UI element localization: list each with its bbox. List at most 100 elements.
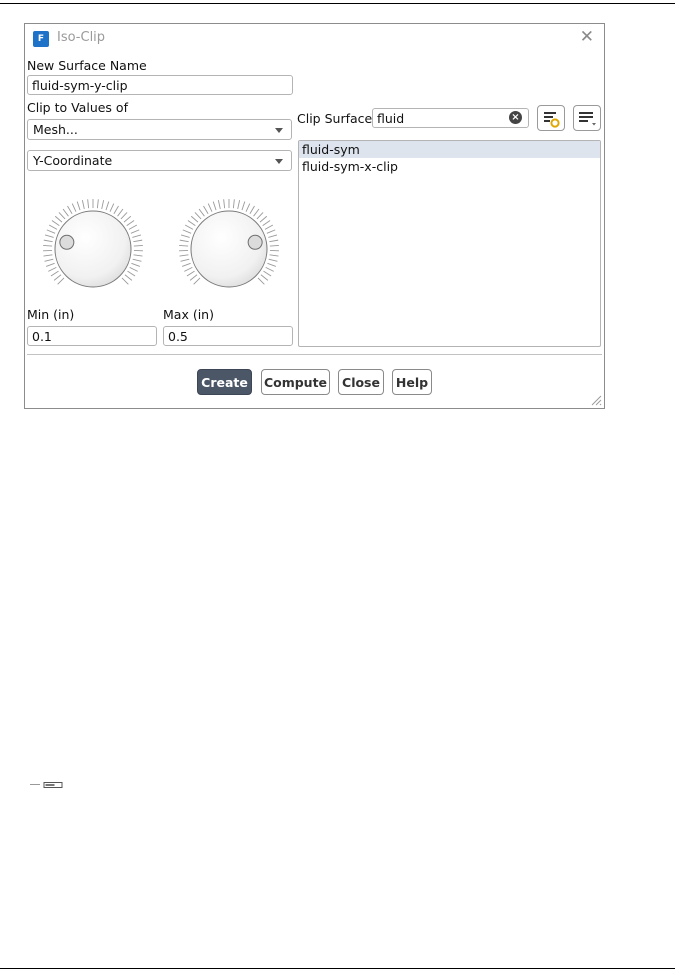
knob-tick bbox=[181, 262, 191, 267]
knob-tick bbox=[76, 201, 81, 211]
knob-tick bbox=[123, 215, 132, 223]
knob-tick bbox=[190, 215, 199, 223]
min-knob[interactable] bbox=[41, 197, 145, 301]
knob-tick bbox=[256, 212, 264, 220]
footer-divider bbox=[27, 354, 602, 355]
knob-tick bbox=[260, 274, 269, 281]
chevron-down-icon bbox=[275, 128, 283, 133]
knob-tick bbox=[126, 220, 135, 226]
knob-tick bbox=[132, 258, 142, 262]
knob-tick bbox=[87, 199, 90, 209]
page-top-rule bbox=[0, 3, 675, 4]
knob-tick bbox=[253, 208, 260, 217]
knob-tick bbox=[101, 200, 105, 210]
max-input[interactable] bbox=[163, 326, 293, 346]
knob-tick bbox=[50, 270, 59, 277]
knob-tick bbox=[45, 262, 55, 267]
knob-tick bbox=[179, 254, 189, 257]
knob-tick bbox=[241, 201, 246, 211]
knob-tick bbox=[267, 262, 277, 267]
knob-tick bbox=[133, 239, 143, 243]
clear-filter-icon[interactable]: × bbox=[509, 111, 522, 124]
knob-tick bbox=[198, 208, 205, 217]
list-item[interactable]: fluid-sym bbox=[299, 141, 600, 158]
resize-grip-icon[interactable] bbox=[590, 394, 602, 406]
knob-tick bbox=[67, 205, 73, 214]
close-icon[interactable]: ✕ bbox=[580, 28, 594, 46]
knob-tick bbox=[182, 229, 192, 234]
clip-surface-filter-input[interactable] bbox=[372, 108, 529, 128]
knob-tick bbox=[117, 208, 124, 217]
knob-tick bbox=[245, 203, 251, 212]
knob-tick bbox=[194, 212, 202, 220]
field-variable-value: Y-Coordinate bbox=[33, 153, 113, 168]
knob-tick bbox=[121, 277, 129, 285]
knob-tick bbox=[51, 220, 60, 226]
knob-tick bbox=[262, 220, 271, 226]
knob-tick bbox=[133, 244, 143, 247]
knob-tick bbox=[217, 200, 221, 210]
knob-tick bbox=[58, 212, 66, 220]
select-filter-button[interactable] bbox=[537, 105, 565, 131]
knob-tick bbox=[268, 258, 278, 262]
knob-indicator bbox=[59, 234, 75, 250]
knob-tick bbox=[263, 270, 272, 277]
knob-tick bbox=[131, 262, 141, 267]
knob-tick bbox=[180, 258, 190, 262]
page-bottom-rule bbox=[0, 968, 675, 969]
help-button[interactable]: Help bbox=[392, 369, 432, 395]
field-category-value: Mesh... bbox=[33, 122, 78, 137]
create-button[interactable]: Create bbox=[197, 369, 252, 395]
knob-tick bbox=[105, 201, 110, 211]
clip-surface-list[interactable]: fluid-sym fluid-sym-x-clip bbox=[298, 140, 601, 347]
knob-tick bbox=[237, 200, 241, 210]
list-options-button[interactable] bbox=[573, 105, 601, 131]
chevron-down-icon bbox=[275, 159, 283, 164]
close-button[interactable]: Close bbox=[338, 369, 384, 395]
knob-tick bbox=[127, 270, 136, 277]
knob-tick bbox=[53, 274, 62, 281]
knob-tick bbox=[81, 200, 85, 210]
knob-tick bbox=[46, 229, 56, 234]
knob-tick bbox=[203, 205, 209, 214]
knob-tick bbox=[232, 199, 235, 209]
compute-button[interactable]: Compute bbox=[261, 369, 330, 395]
clip-surface-filter: × bbox=[372, 108, 529, 128]
iso-clip-dialog: F Iso-Clip ✕ New Surface Name Clip to Va… bbox=[24, 23, 605, 409]
knob-tick bbox=[193, 277, 201, 285]
fluent-app-icon: F bbox=[33, 31, 49, 47]
knob-tick bbox=[269, 254, 279, 257]
knob-tick bbox=[266, 229, 276, 234]
new-surface-name-input[interactable] bbox=[27, 75, 293, 95]
knob-tick bbox=[48, 224, 58, 230]
min-input[interactable] bbox=[27, 326, 157, 346]
list-item[interactable]: fluid-sym-x-clip bbox=[299, 158, 600, 175]
knob-tick bbox=[259, 215, 268, 223]
knob-tick bbox=[129, 266, 138, 272]
select-filter-icon bbox=[544, 112, 560, 128]
knob-tick bbox=[57, 277, 65, 285]
knob-tick bbox=[223, 199, 226, 209]
knob-tick bbox=[96, 199, 99, 209]
title-bar[interactable]: F Iso-Clip ✕ bbox=[25, 24, 604, 54]
min-label: Min (in) bbox=[27, 307, 75, 322]
knob-tick bbox=[207, 203, 213, 212]
knob-tick bbox=[186, 270, 195, 277]
window-title: Iso-Clip bbox=[57, 30, 106, 45]
knob-tick bbox=[184, 224, 194, 230]
knob-tick bbox=[269, 244, 279, 247]
knob-tick bbox=[179, 244, 189, 247]
knob-tick bbox=[187, 220, 196, 226]
knob-tick bbox=[43, 239, 53, 243]
max-knob[interactable] bbox=[177, 197, 281, 301]
knob-tick bbox=[212, 201, 217, 211]
knob-tick bbox=[264, 224, 274, 230]
knob-tick bbox=[257, 277, 265, 285]
new-surface-name-label: New Surface Name bbox=[27, 58, 147, 73]
max-label: Max (in) bbox=[163, 307, 214, 322]
field-category-dropdown[interactable]: Mesh... bbox=[27, 119, 292, 140]
field-variable-dropdown[interactable]: Y-Coordinate bbox=[27, 150, 292, 171]
knob-tick bbox=[44, 258, 54, 262]
small-toolbar-icon bbox=[30, 782, 63, 788]
knob-tick bbox=[184, 266, 193, 272]
